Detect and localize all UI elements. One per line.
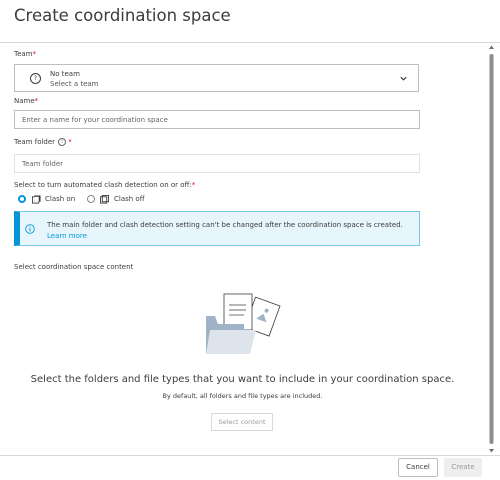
- scrollbar[interactable]: [487, 44, 496, 454]
- header-divider: [0, 42, 500, 43]
- team-selected-value: No team: [50, 70, 80, 78]
- team-folder-input[interactable]: [14, 154, 420, 173]
- content-section-label: Select coordination space content: [14, 263, 134, 271]
- required-mark: *: [34, 97, 39, 105]
- folder-files-illustration: [206, 293, 281, 354]
- clash-label-text: Select to turn automated clash detection…: [14, 181, 192, 189]
- team-label-text: Team: [14, 50, 33, 58]
- clash-off-icon: [100, 195, 109, 204]
- clash-off-label: Clash off: [114, 195, 145, 203]
- clash-on-radio[interactable]: [18, 195, 26, 203]
- clash-on-icon: [32, 195, 41, 204]
- clash-on-label: Clash on: [45, 195, 76, 203]
- info-icon[interactable]: i: [58, 138, 67, 146]
- question-icon: ?: [30, 73, 41, 84]
- name-input[interactable]: [14, 110, 420, 129]
- name-label: Name*: [14, 97, 38, 105]
- create-button[interactable]: Create: [444, 458, 482, 477]
- footer-divider: [0, 455, 500, 456]
- team-dropdown[interactable]: ? No team Select a team: [14, 64, 419, 92]
- empty-state-subtitle: By default, all folders and file types a…: [162, 392, 323, 400]
- banner-message: The main folder and clash detection sett…: [47, 220, 417, 242]
- name-label-text: Name: [14, 97, 35, 105]
- scroll-down-arrow[interactable]: [489, 449, 494, 453]
- required-mark: *: [32, 50, 37, 58]
- team-label: Team*: [14, 50, 36, 58]
- banner-text: The main folder and clash detection sett…: [47, 221, 403, 229]
- required-mark: *: [191, 181, 196, 189]
- select-content-button[interactable]: Select content: [211, 413, 273, 431]
- info-banner: The main folder and clash detection sett…: [14, 211, 420, 246]
- team-folder-label: Team folder i *: [14, 138, 72, 146]
- clash-label: Select to turn automated clash detection…: [14, 181, 195, 189]
- cancel-button[interactable]: Cancel: [398, 458, 438, 477]
- dialog-title: Create coordination space: [14, 6, 231, 25]
- required-mark: *: [68, 138, 72, 146]
- learn-more-link[interactable]: Learn more: [47, 232, 87, 240]
- scroll-thumb[interactable]: [489, 54, 494, 444]
- scroll-up-arrow[interactable]: [489, 45, 494, 50]
- team-hint: Select a team: [50, 80, 99, 88]
- info-circle-icon: [25, 224, 35, 234]
- chevron-down-icon: [400, 76, 407, 81]
- empty-state-title: Select the folders and file types that y…: [30, 374, 455, 385]
- team-folder-label-text: Team folder: [14, 138, 56, 146]
- clash-off-radio[interactable]: [87, 195, 95, 203]
